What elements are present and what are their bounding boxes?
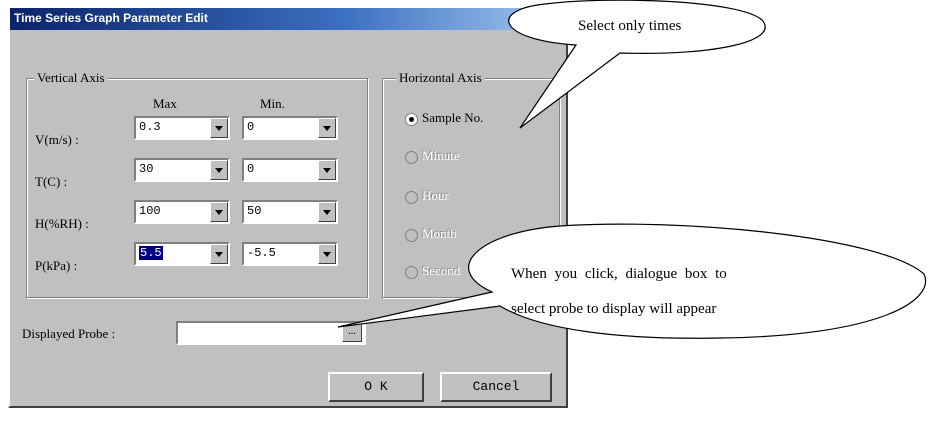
bottom-callout-line2: select probe to display will appear	[511, 301, 717, 317]
callout-shapes	[337, 0, 927, 339]
bottom-callout-line1: When you click, dialogue box to	[511, 266, 727, 282]
top-callout-text: Select only times	[578, 18, 682, 34]
